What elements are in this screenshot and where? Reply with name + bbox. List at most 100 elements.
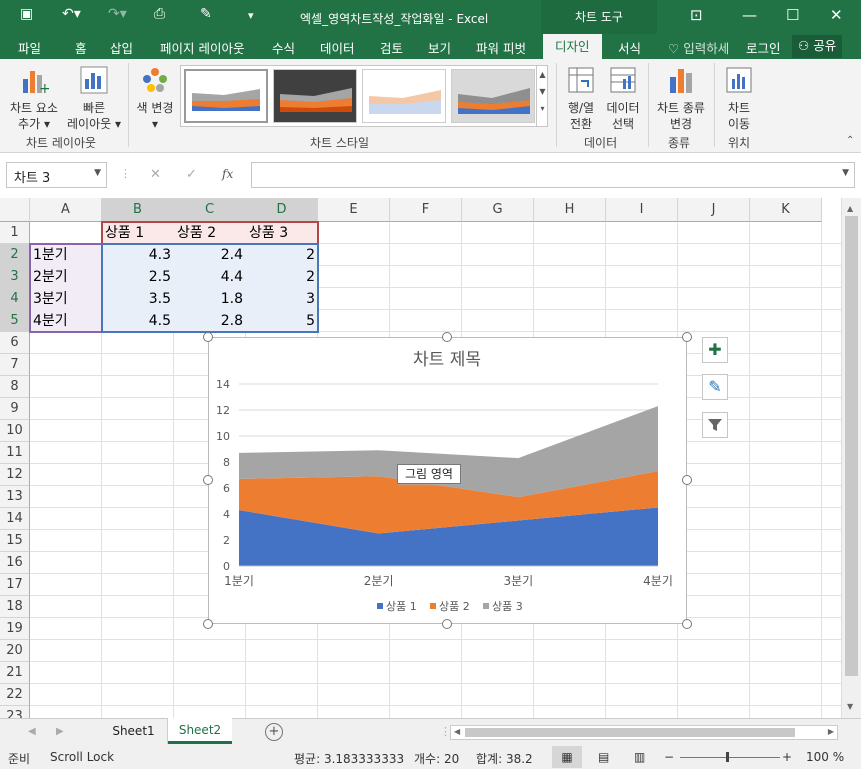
resize-handle[interactable] (203, 475, 213, 485)
scroll-down-icon[interactable]: ▼ (537, 87, 548, 96)
spelling-icon[interactable]: ✎ (200, 6, 212, 22)
zoom-slider-thumb[interactable] (726, 752, 729, 762)
select-all[interactable] (0, 198, 30, 222)
vertical-scrollbar[interactable]: ▲ ▼ (841, 198, 861, 718)
scroll-thumb[interactable] (465, 728, 795, 737)
maximize-icon[interactable]: ☐ (786, 6, 799, 24)
minimize-icon[interactable]: — (742, 6, 757, 24)
resize-handle[interactable] (203, 332, 213, 342)
value-cell[interactable]: 3.5 (102, 288, 174, 310)
sheet-tab-2[interactable]: Sheet2 (168, 718, 232, 744)
switch-row-column-button[interactable]: 행/열 전환 (560, 63, 602, 131)
row-header[interactable]: 8 (0, 376, 30, 398)
chart-filter-icon[interactable] (702, 412, 728, 438)
series-header-cell[interactable]: 상품 2 (174, 222, 246, 244)
scroll-thumb[interactable] (845, 216, 858, 676)
row-header[interactable]: 1 (0, 222, 30, 244)
row-header[interactable]: 20 (0, 640, 30, 662)
category-cell[interactable]: 4분기 (30, 310, 102, 332)
area-chart[interactable]: 차트 제목 0 2 4 6 8 10 12 14 1분기 2분기 3분기 4분기 상품 1 상품 2 상품 3… (208, 337, 687, 624)
value-cell[interactable]: 2.4 (174, 244, 246, 266)
page-layout-view-icon[interactable]: ▤ (598, 750, 609, 764)
row-header[interactable]: 15 (0, 530, 30, 552)
horizontal-scrollbar[interactable]: ◀ ▶ (450, 725, 838, 740)
customize-qat-icon[interactable]: ▾ (248, 9, 254, 22)
row-header[interactable]: 4 (0, 288, 30, 310)
change-colors-button[interactable]: 색 변경 ▾ (132, 63, 178, 131)
resize-handle[interactable] (203, 619, 213, 629)
save-icon[interactable]: ▣ (20, 6, 33, 22)
column-header[interactable]: G (462, 198, 534, 222)
prev-sheet-icon[interactable]: ◀ (28, 726, 36, 737)
formula-input[interactable]: ▼ (251, 162, 855, 188)
login-link[interactable]: 로그인 (746, 38, 781, 57)
zoom-level[interactable]: 100 % (806, 750, 844, 764)
value-cell[interactable]: 4.4 (174, 266, 246, 288)
gallery-more-icon[interactable]: ▾ (537, 104, 548, 113)
value-cell[interactable]: 2 (246, 244, 318, 266)
column-header[interactable]: B (102, 198, 174, 222)
value-cell[interactable]: 4.5 (102, 310, 174, 332)
resize-handle[interactable] (682, 332, 692, 342)
quick-layout-button[interactable]: 빠른 레이아웃 ▾ (64, 63, 124, 131)
column-header[interactable]: A (30, 198, 102, 222)
column-header[interactable]: F (390, 198, 462, 222)
row-header[interactable]: 11 (0, 442, 30, 464)
chart-style-3[interactable] (362, 69, 446, 123)
row-header[interactable]: 3 (0, 266, 30, 288)
row-header[interactable]: 17 (0, 574, 30, 596)
gallery-scroll[interactable]: ▲ ▼ ▾ (536, 66, 548, 126)
value-cell[interactable]: 1.8 (174, 288, 246, 310)
resize-handle[interactable] (682, 475, 692, 485)
select-data-button[interactable]: 데이터 선택 (602, 63, 644, 131)
tab-page-layout[interactable]: 페이지 레이아웃 (160, 38, 244, 57)
resize-handle[interactable] (682, 619, 692, 629)
tab-review[interactable]: 검토 (380, 38, 403, 57)
row-header[interactable]: 10 (0, 420, 30, 442)
resize-handle[interactable] (442, 332, 452, 342)
column-header[interactable]: E (318, 198, 390, 222)
cancel-icon[interactable]: ✕ (150, 167, 161, 182)
tab-view[interactable]: 보기 (428, 38, 451, 57)
scroll-down-icon[interactable]: ▼ (847, 702, 853, 711)
zoom-slider[interactable] (680, 757, 780, 758)
expand-formula-icon[interactable]: ▼ (842, 168, 849, 178)
resize-handle[interactable] (442, 619, 452, 629)
collapse-ribbon-icon[interactable]: ⌃ (846, 135, 854, 146)
tab-data[interactable]: 데이터 (320, 38, 355, 57)
series-header-cell[interactable]: 상품 1 (102, 222, 174, 244)
tab-design[interactable]: 디자인 (543, 34, 602, 59)
scroll-left-icon[interactable]: ◀ (454, 727, 460, 736)
row-header[interactable]: 18 (0, 596, 30, 618)
value-cell[interactable]: 2.8 (174, 310, 246, 332)
name-box[interactable]: 차트 3 ▼ (6, 162, 107, 188)
zoom-in-icon[interactable]: + (782, 750, 792, 764)
value-cell[interactable]: 4.3 (102, 244, 174, 266)
chart-style-2[interactable] (273, 69, 357, 123)
category-cell[interactable]: 2분기 (30, 266, 102, 288)
tab-insert[interactable]: 삽입 (110, 38, 133, 57)
chevron-down-icon[interactable]: ▼ (94, 168, 101, 178)
row-header[interactable]: 19 (0, 618, 30, 640)
zoom-out-icon[interactable]: − (664, 750, 674, 764)
row-header[interactable]: 2 (0, 244, 30, 266)
add-chart-element-button[interactable]: + 차트 요소 추가 ▾ (6, 63, 62, 131)
category-cell[interactable]: 3분기 (30, 288, 102, 310)
redo-icon[interactable]: ↷▾ (108, 6, 127, 22)
chart-styles-brush-icon[interactable]: ✎ (702, 374, 728, 400)
tab-formulas[interactable]: 수식 (272, 38, 295, 57)
insert-function-icon[interactable]: fx (222, 167, 233, 181)
chart-style-1[interactable] (184, 69, 268, 123)
column-header[interactable]: C (174, 198, 246, 222)
undo-icon[interactable]: ↶▾ (62, 6, 81, 22)
change-chart-type-button[interactable]: 차트 종류 변경 (652, 63, 710, 131)
row-header[interactable]: 13 (0, 486, 30, 508)
tab-power-pivot[interactable]: 파워 피벗 (476, 38, 526, 57)
tab-file[interactable]: 파일 (18, 38, 41, 57)
row-header[interactable]: 9 (0, 398, 30, 420)
scroll-up-icon[interactable]: ▲ (537, 70, 548, 79)
enter-icon[interactable]: ✓ (186, 167, 197, 182)
next-sheet-icon[interactable]: ▶ (56, 726, 64, 737)
page-break-view-icon[interactable]: ▥ (634, 750, 645, 764)
ribbon-display-icon[interactable]: ⊡ (690, 6, 703, 24)
